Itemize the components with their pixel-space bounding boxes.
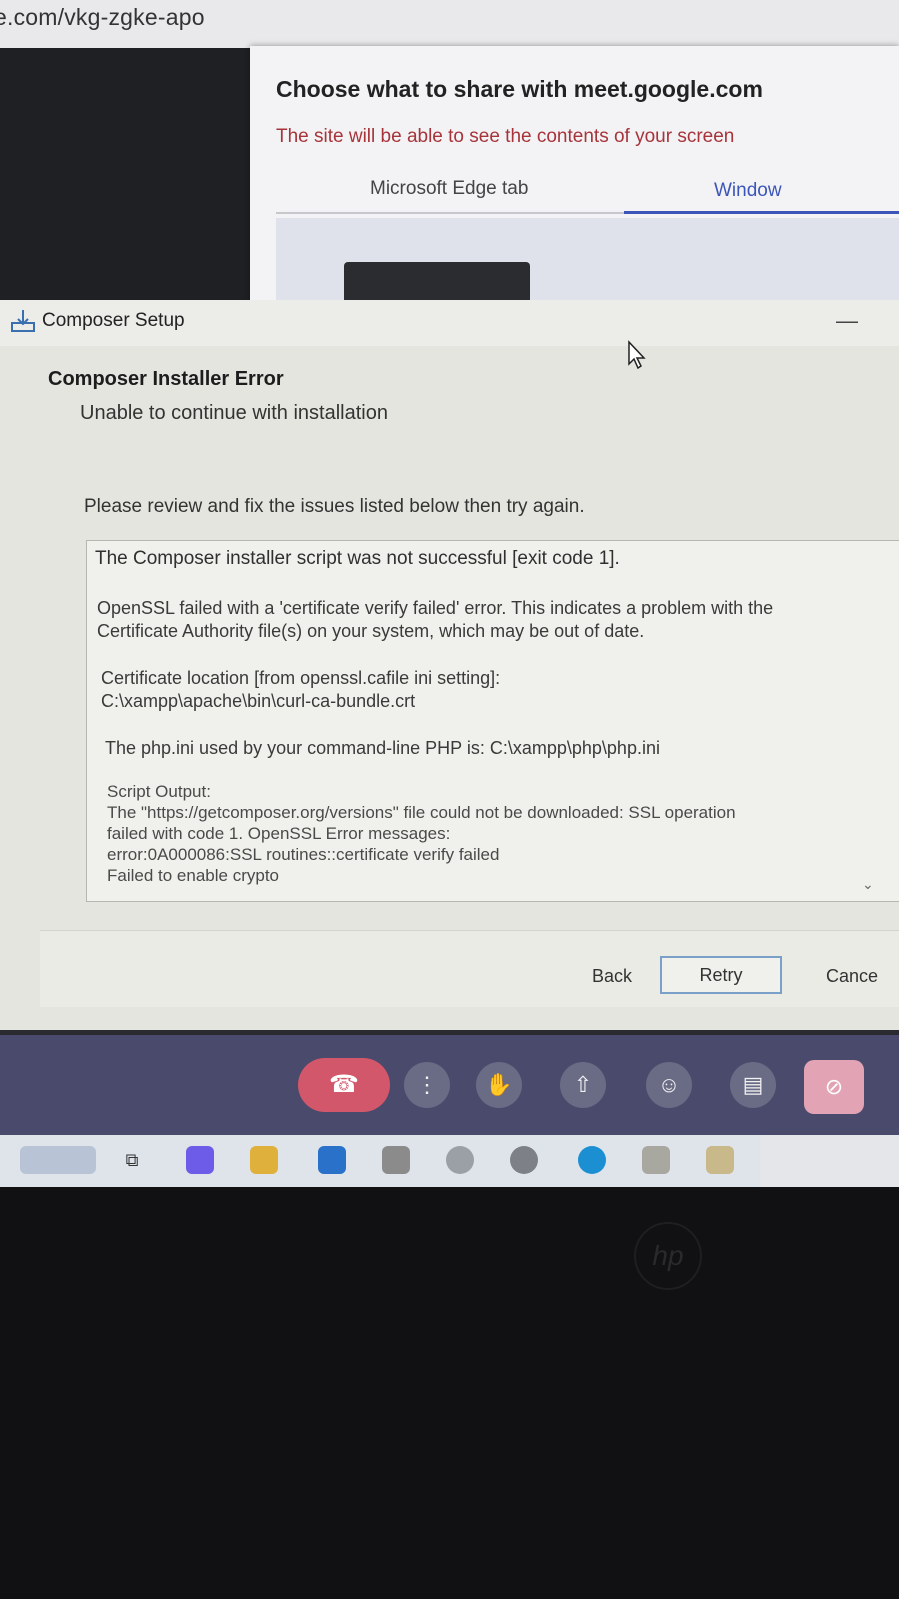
share-screen-dialog: Choose what to share with meet.google.co… (250, 46, 899, 308)
tab-microsoft-edge-tab[interactable]: Microsoft Edge tab (370, 178, 528, 200)
error-instruction: Please review and fix the issues listed … (84, 496, 585, 517)
error-message: Script Output: The "https://getcomposer.… (107, 782, 736, 885)
window-titlebar: Composer Setup — (0, 300, 899, 346)
selected-tab-indicator (624, 211, 899, 214)
raise-hand-icon[interactable]: ✋ (476, 1062, 522, 1108)
store-icon[interactable] (382, 1146, 410, 1174)
camera-off-icon[interactable]: ⊘ (804, 1060, 864, 1114)
error-subheading: Unable to continue with installation (80, 402, 388, 424)
installer-icon (11, 310, 35, 332)
outlook-icon[interactable] (318, 1146, 346, 1174)
minimize-icon[interactable]: — (836, 308, 858, 334)
share-dialog-subtitle: The site will be able to see the content… (276, 126, 735, 147)
laptop-logo: hp (634, 1222, 702, 1290)
browser-address-bar[interactable]: e.com/vkg-zgke-apo (0, 0, 899, 48)
app-icon-2[interactable] (642, 1146, 670, 1174)
window-title: Composer Setup (42, 310, 185, 331)
retry-button[interactable]: Retry (660, 956, 782, 994)
error-heading: Composer Installer Error (48, 368, 284, 390)
error-message: The php.ini used by your command-line PH… (105, 738, 660, 758)
weather-icon[interactable] (20, 1146, 96, 1174)
more-options-icon[interactable]: ⋮ (404, 1062, 450, 1108)
app-icon-3[interactable] (706, 1146, 734, 1174)
mouse-cursor-icon (628, 340, 646, 370)
taskbar-tray (760, 1135, 899, 1187)
app-icon[interactable] (510, 1146, 538, 1174)
error-details-box[interactable]: The Composer installer script was not su… (86, 540, 899, 902)
hang-up-icon[interactable]: ☎ (298, 1058, 390, 1112)
captions-icon[interactable]: ▤ (730, 1062, 776, 1108)
emoji-icon[interactable]: ☺ (646, 1062, 692, 1108)
share-dialog-title: Choose what to share with meet.google.co… (276, 76, 763, 102)
edge-icon[interactable] (578, 1146, 606, 1174)
tab-window[interactable]: Window (714, 180, 782, 202)
composer-setup-window: Composer Setup — Composer Installer Erro… (0, 300, 899, 1030)
chrome-icon[interactable] (446, 1146, 474, 1174)
error-message: Certificate location [from openssl.cafil… (101, 668, 501, 711)
present-icon[interactable]: ⇧ (560, 1062, 606, 1108)
scroll-down-icon[interactable]: ⌄ (862, 876, 874, 893)
url-text: e.com/vkg-zgke-apo (0, 4, 205, 30)
task-view-icon[interactable]: ⧉ (118, 1146, 146, 1174)
cancel-button[interactable]: Cance (826, 960, 899, 992)
error-message: The Composer installer script was not su… (95, 548, 620, 569)
file-explorer-icon[interactable] (250, 1146, 278, 1174)
error-message: OpenSSL failed with a 'certificate verif… (97, 598, 774, 641)
copilot-icon[interactable] (186, 1146, 214, 1174)
meet-side-panel (0, 48, 250, 308)
back-button[interactable]: Back (572, 960, 652, 992)
